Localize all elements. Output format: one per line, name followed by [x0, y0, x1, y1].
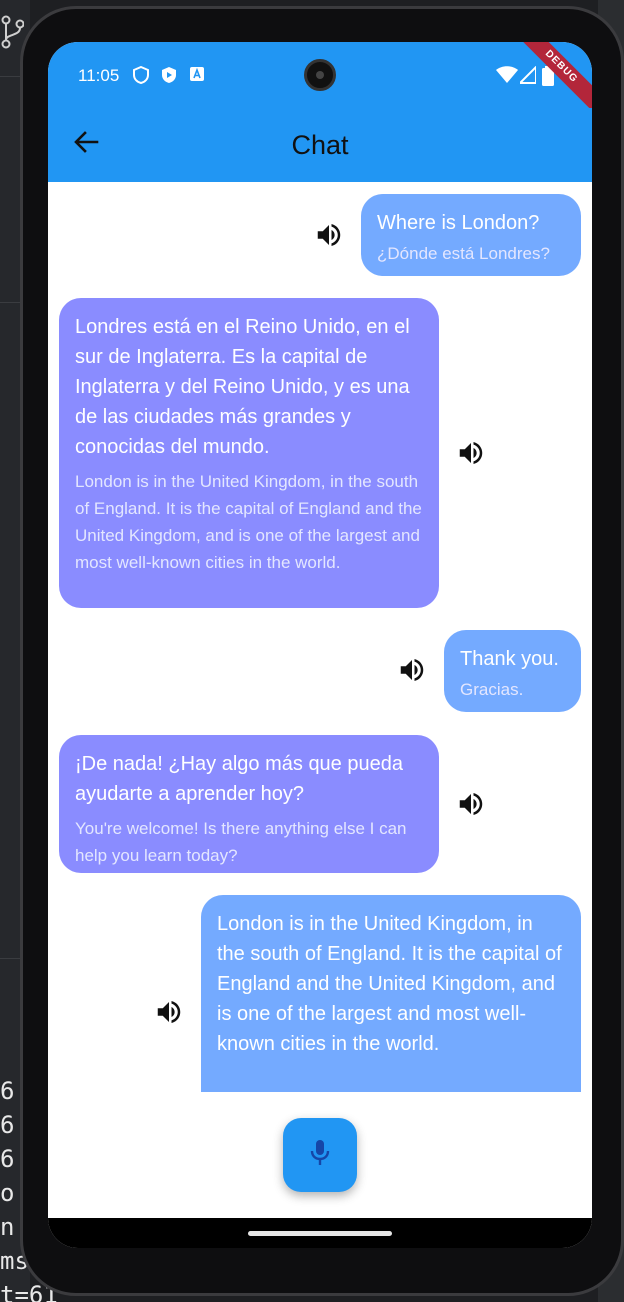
message-translation: Gracias. — [460, 680, 524, 699]
message-translation: ¿Dónde está Londres? — [377, 244, 550, 263]
chat-message-list[interactable]: Where is London? ¿Dónde está Londres? Lo… — [48, 182, 592, 1092]
app-bar: Chat — [48, 108, 592, 182]
message-text: Where is London? — [377, 212, 540, 234]
shield-icon — [132, 65, 150, 85]
volume-up-icon[interactable] — [397, 655, 427, 685]
message-translation: You're welcome! Is there anything else I… — [75, 819, 407, 865]
volume-up-icon[interactable] — [456, 789, 486, 819]
mic-button[interactable] — [283, 1118, 357, 1192]
cell-signal-icon — [517, 64, 537, 89]
volume-up-icon[interactable] — [154, 997, 184, 1027]
phone-screen: 11:05 DEBUG Chat Where is London? ¿Dónde… — [48, 42, 592, 1248]
status-bar: 11:05 DEBUG — [48, 42, 592, 120]
play-protect-icon — [160, 66, 178, 84]
message-text: Londres está en el Reino Unido, en el su… — [75, 316, 410, 458]
app-notification-icon — [188, 66, 206, 84]
message-text: London is in the United Kingdom, in the … — [217, 913, 562, 1055]
volume-up-icon[interactable] — [314, 220, 344, 250]
chat-bubble-bot: ¡De nada! ¿Hay algo más que pueda ayudar… — [59, 735, 439, 873]
system-navigation-bar — [48, 1218, 592, 1248]
wifi-icon — [496, 66, 518, 89]
message-translation: London is in the United Kingdom, in the … — [75, 472, 422, 572]
mic-icon — [308, 1138, 332, 1173]
message-text: ¡De nada! ¿Hay algo más que pueda ayudar… — [75, 753, 403, 805]
front-camera — [304, 59, 336, 91]
status-time: 11:05 — [78, 66, 120, 85]
chat-bubble-user: London is in the United Kingdom, in the … — [201, 895, 581, 1092]
home-gesture-handle[interactable] — [248, 1231, 392, 1236]
chat-bubble-bot: Londres está en el Reino Unido, en el su… — [59, 298, 439, 608]
page-title: Chat — [291, 130, 349, 160]
chat-bubble-user: Thank you. Gracias. — [444, 630, 581, 712]
chat-bubble-user: Where is London? ¿Dónde está Londres? — [361, 194, 581, 276]
message-text: Thank you. — [460, 648, 559, 670]
volume-up-icon[interactable] — [456, 438, 486, 468]
